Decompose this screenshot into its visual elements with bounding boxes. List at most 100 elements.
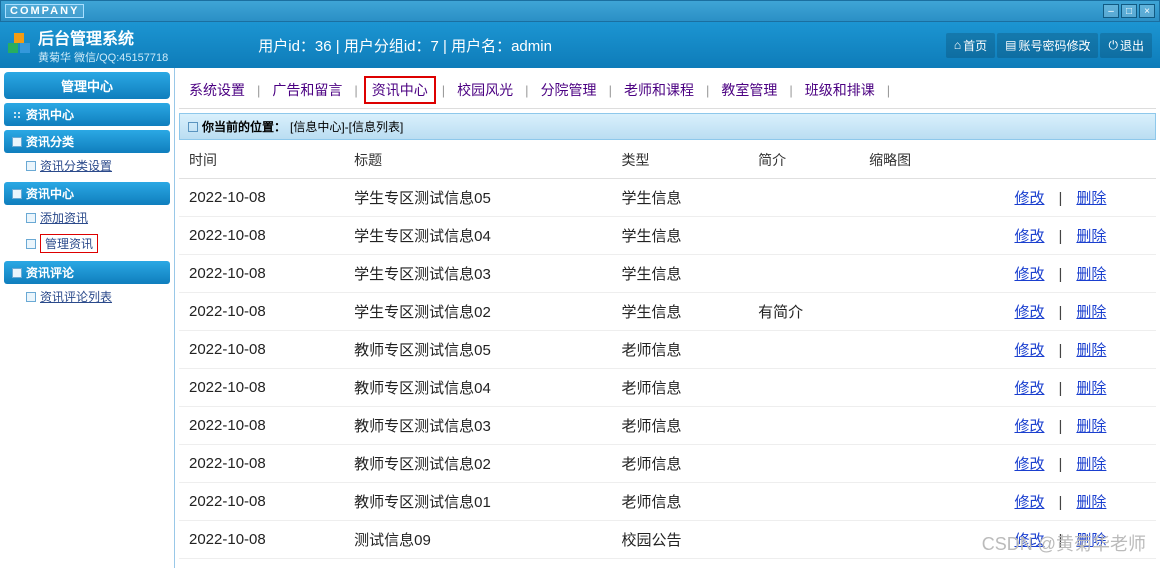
cell-type: 学生信息 [612,255,749,293]
page-icon [26,161,36,171]
close-icon[interactable]: × [1139,4,1155,18]
cell-time: 2022-10-08 [179,255,344,293]
topnav-item[interactable]: 班级和排课 [799,78,881,102]
cell-intro [748,521,859,559]
cell-thumb [859,445,965,483]
password-button[interactable]: ▤账号密码修改 [997,33,1098,58]
cell-actions: 修改|删除 [965,483,1156,521]
cell-actions: 修改|删除 [965,331,1156,369]
cell-time: 2022-10-08 [179,293,344,331]
cell-thumb [859,407,965,445]
sidebar-section-news[interactable]: 资讯中心 [4,103,170,126]
sidebar-group-comments[interactable]: 资讯评论 [4,261,170,284]
action-separator: | [1058,266,1062,283]
nav-separator: | [257,83,260,98]
table-header-row: 时间标题类型简介缩略图 [179,142,1156,179]
cell-time: 2022-10-08 [179,407,344,445]
nav-separator: | [442,83,445,98]
delete-link[interactable]: 删除 [1076,190,1106,207]
maximize-icon[interactable]: □ [1121,4,1137,18]
delete-link[interactable]: 删除 [1076,304,1106,321]
cell-title: 教师专区测试信息03 [344,407,611,445]
cell-intro [748,255,859,293]
delete-link[interactable]: 删除 [1076,228,1106,245]
action-separator: | [1058,456,1062,473]
nav-separator: | [525,83,528,98]
sidebar-item-manage-news: 管理资讯 [4,230,170,257]
power-icon: ⏻ [1108,38,1118,53]
delete-link[interactable]: 删除 [1076,266,1106,283]
edit-link[interactable]: 修改 [1014,494,1044,511]
breadcrumb: 你当前的位置： [信息中心]-[信息列表] [179,113,1156,140]
logout-button[interactable]: ⏻退出 [1100,33,1152,58]
cell-actions: 修改 | 删除 [965,255,1156,293]
edit-link[interactable]: 修改 [1014,266,1044,283]
manage-news-link[interactable]: 管理资讯 [40,234,98,253]
edit-link[interactable]: 修改 [1014,380,1044,397]
sidebar-group-news[interactable]: 资讯中心 [4,182,170,205]
table-row: 2022-10-08教师专区测试信息01老师信息修改|删除 [179,483,1156,521]
cell-type: 学生信息 [612,179,749,217]
delete-link[interactable]: 删除 [1076,380,1106,397]
category-settings-link[interactable]: 资讯分类设置 [40,157,112,174]
topnav-item[interactable]: 教室管理 [715,78,783,102]
column-header: 标题 [344,142,611,179]
delete-link[interactable]: 删除 [1076,532,1106,549]
column-header: 类型 [612,142,749,179]
cell-time: 2022-10-08 [179,179,344,217]
cell-time: 2022-10-08 [179,521,344,559]
cell-intro [748,331,859,369]
cell-actions: 修改|删除 [965,521,1156,559]
breadcrumb-icon [188,122,198,132]
header-left: 后台管理系统 黄菊华 微信/QQ:45157718 [38,25,168,65]
cell-actions: 修改|删除 [965,179,1156,217]
table-row: 2022-10-08学生专区测试信息02学生信息有简介修改|删除 [179,293,1156,331]
delete-link[interactable]: 删除 [1076,456,1106,473]
topnav-item[interactable]: 老师和课程 [618,78,700,102]
home-button[interactable]: ⌂首页 [946,33,995,58]
cell-time: 2022-10-08 [179,217,344,255]
table-row: 2022-10-08教师专区测试信息02老师信息修改|删除 [179,445,1156,483]
nav-separator: | [609,83,612,98]
cell-title: 教师专区测试信息04 [344,369,611,407]
cell-title: 学生专区测试信息05 [344,179,611,217]
sidebar: 管理中心 资讯中心 资讯分类 资讯分类设置 资讯中心 添加资讯 管理资讯 资讯评… [0,68,175,568]
table-row: 2022-10-08学生专区测试信息05学生信息 修改|删除 [179,179,1156,217]
dots-icon [12,110,22,120]
topnav-item[interactable]: 广告和留言 [266,78,348,102]
cell-actions: 修改|删除 [965,369,1156,407]
table-row: 2022-10-08教师专区测试信息03老师信息修改|删除 [179,407,1156,445]
header-actions: ⌂首页 ▤账号密码修改 ⏻退出 [946,33,1152,58]
breadcrumb-prefix: 你当前的位置： [202,118,286,135]
cell-intro [748,445,859,483]
edit-link[interactable]: 修改 [1014,228,1044,245]
edit-link[interactable]: 修改 [1014,190,1044,207]
cell-thumb [859,483,965,521]
edit-link[interactable]: 修改 [1014,418,1044,435]
table-row: 2022-10-08学生专区测试信息03学生信息修改|删除 [179,255,1156,293]
topnav-item[interactable]: 资讯中心 [364,76,436,104]
action-separator: | [1058,418,1062,435]
edit-link[interactable]: 修改 [1014,304,1044,321]
delete-link[interactable]: 删除 [1076,418,1106,435]
minimize-icon[interactable]: – [1103,4,1119,18]
topnav-item[interactable]: 系统设置 [183,78,251,102]
folder-icon [12,189,22,199]
cell-thumb [859,179,965,217]
edit-link[interactable]: 修改 [1014,456,1044,473]
page-icon [26,239,36,249]
edit-link[interactable]: 修改 [1014,532,1044,549]
comment-list-link[interactable]: 资讯评论列表 [40,288,112,305]
data-table: 时间标题类型简介缩略图 2022-10-08学生专区测试信息05学生信息修改|删… [179,142,1156,559]
sidebar-group-category[interactable]: 资讯分类 [4,130,170,153]
edit-link[interactable]: 修改 [1014,342,1044,359]
list-icon: ▤ [1005,38,1016,52]
delete-link[interactable]: 删除 [1076,494,1106,511]
add-news-link[interactable]: 添加资讯 [40,209,88,226]
delete-link[interactable]: 删除 [1076,342,1106,359]
topnav-item[interactable]: 校园风光 [451,78,519,102]
table-body: 2022-10-08学生专区测试信息05学生信息修改|删除2022-10-08学… [179,179,1156,559]
nav-separator: | [789,83,792,98]
cell-intro [748,217,859,255]
topnav-item[interactable]: 分院管理 [535,78,603,102]
